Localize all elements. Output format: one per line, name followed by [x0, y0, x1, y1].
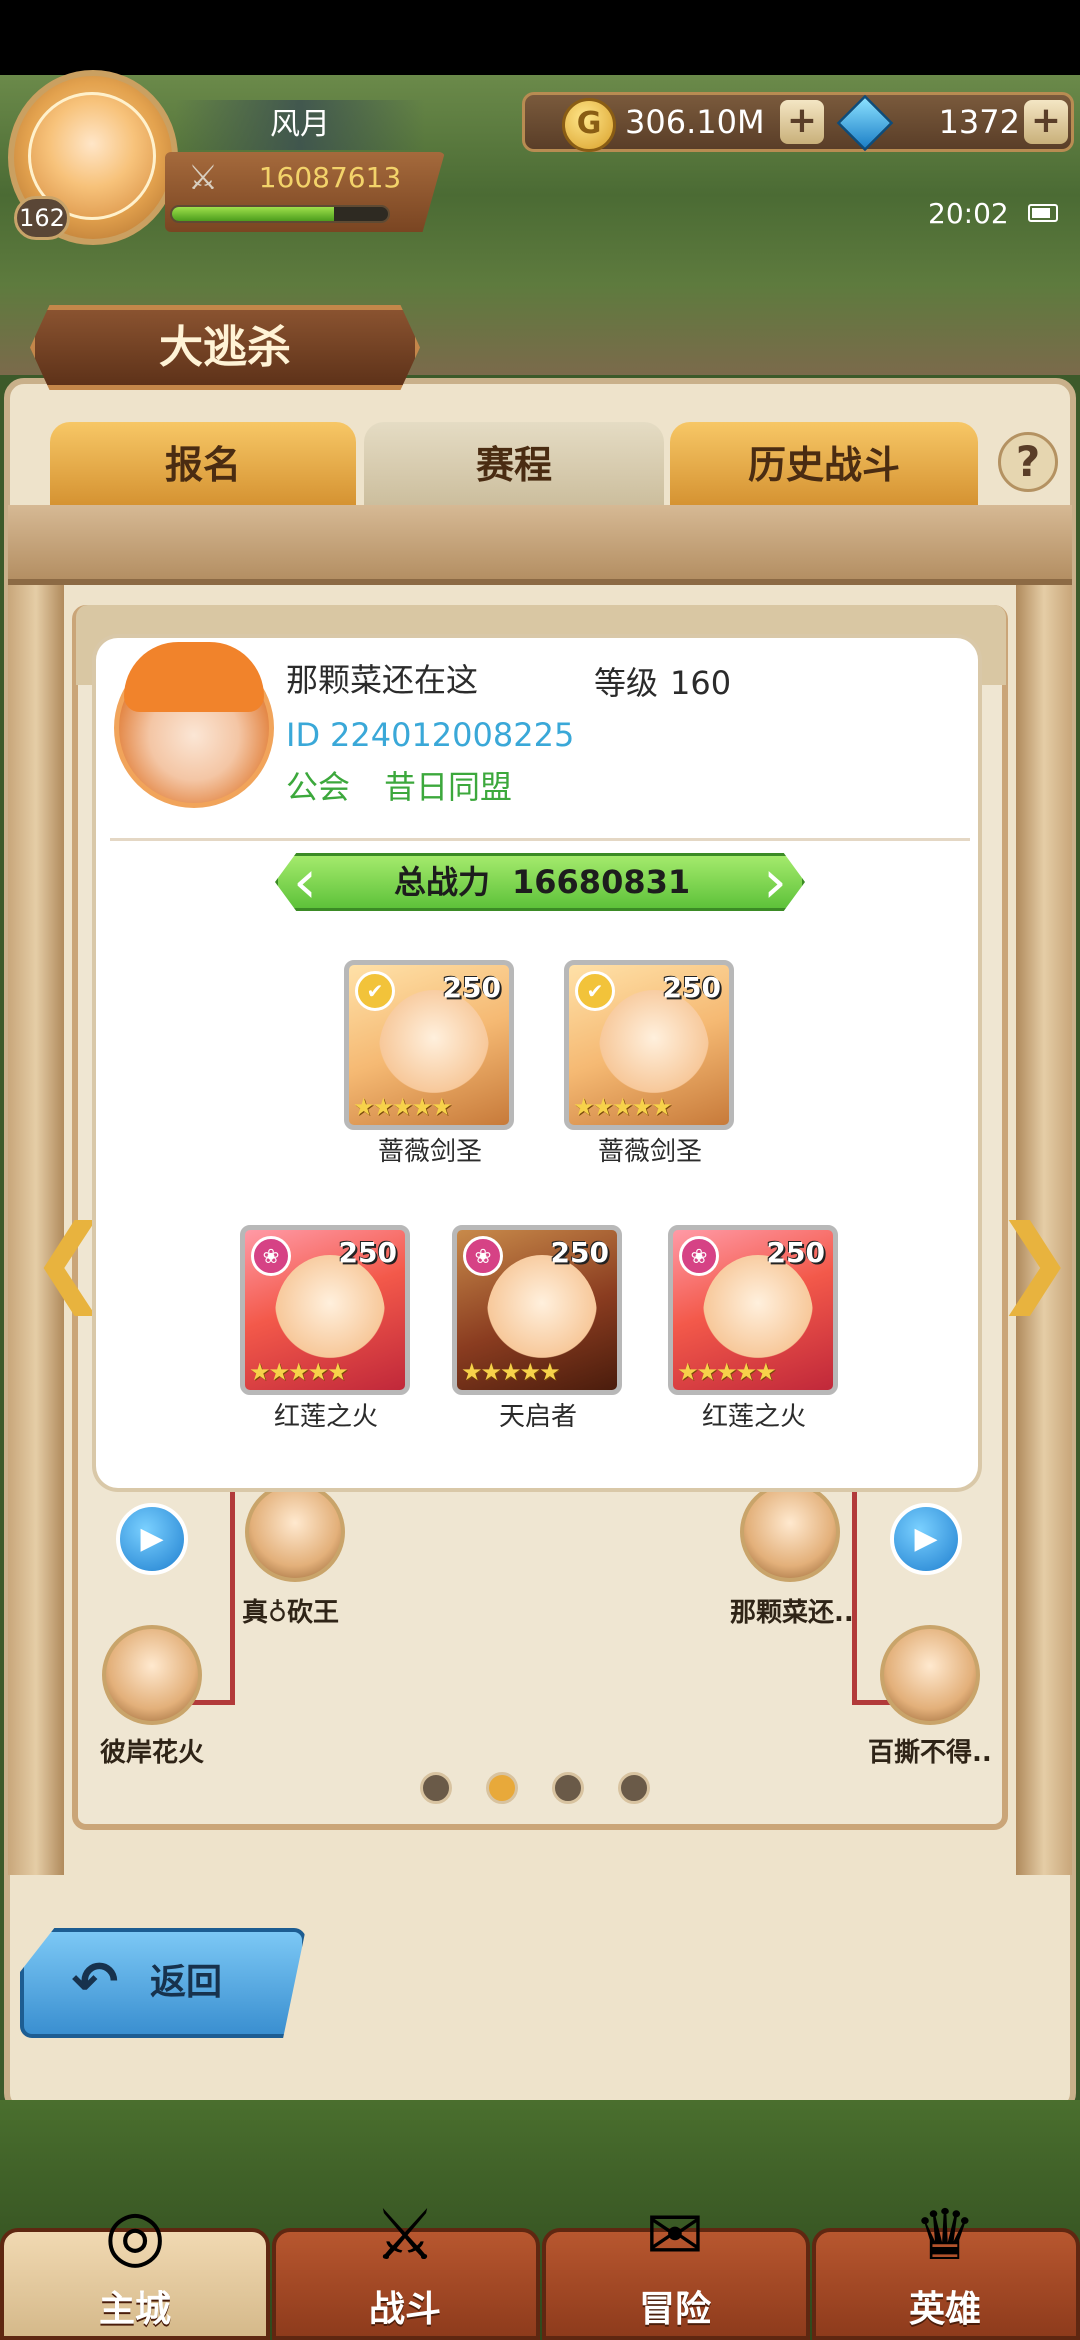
next-page-arrow-icon[interactable]: ❯ — [994, 1205, 1074, 1315]
hero-portrait — [599, 990, 709, 1110]
bracket-player-name: 百撕不得.. — [868, 1738, 992, 1768]
bracket-player-name: 真♁砍王 — [242, 1598, 340, 1628]
tab-signup[interactable]: 报名 — [50, 422, 356, 508]
player-power-value: 16087613 — [258, 161, 402, 194]
tab-schedule[interactable]: 赛程 — [364, 422, 664, 508]
profile-player-name: 那颗菜还在这 — [286, 661, 479, 699]
bracket-avatar[interactable] — [102, 1625, 202, 1725]
wooden-shelf — [8, 505, 1072, 585]
hero-name: 蔷薇剑圣 — [377, 1137, 482, 1167]
shiba-hat-frame — [124, 642, 264, 712]
clock-time: 20:02 — [928, 197, 1009, 230]
nav-label-main-city: 主城 — [98, 2289, 171, 2330]
profile-level-value: 160 — [670, 664, 732, 702]
battery-icon — [1028, 204, 1058, 222]
hero-stars: ★★★★★ — [461, 1358, 561, 1386]
hero-name: 蔷薇剑圣 — [597, 1137, 702, 1167]
back-button-label: 返回 — [150, 1962, 223, 2003]
hero-card[interactable]: ✔ 250 ★★★★★ — [564, 960, 734, 1130]
bracket-avatar[interactable] — [245, 1482, 345, 1582]
nav-label-battle: 战斗 — [368, 2289, 441, 2330]
profile-guild-value: 昔日同盟 — [384, 768, 513, 806]
chevron-right-icon: › — [763, 847, 787, 917]
replay-play-button[interactable]: ▶ — [116, 1503, 188, 1575]
crossed-swords-icon: ⚔ — [187, 158, 219, 198]
bracket-line — [230, 1640, 235, 1705]
add-gold-button[interactable]: + — [780, 100, 824, 144]
crossed-swords-icon: ⚔ — [373, 2194, 437, 2276]
hero-level: 250 — [442, 971, 501, 1004]
profile-id-value: 224012008225 — [330, 716, 575, 754]
exp-bar — [170, 205, 390, 223]
castle-emblem-icon: ◎ — [104, 2194, 166, 2276]
class-badge-icon: ❀ — [679, 1236, 719, 1276]
page-title: 大逃杀 — [159, 322, 291, 373]
scroll-map-icon: ✉ — [645, 2194, 705, 2276]
hero-name: 天启者 — [498, 1402, 577, 1432]
hero-stars: ★★★★★ — [249, 1358, 349, 1386]
hero-stars: ★★★★★ — [353, 1093, 453, 1121]
hero-card[interactable]: ✔ 250 ★★★★★ — [344, 960, 514, 1130]
hero-portrait — [379, 990, 489, 1110]
hero-card[interactable]: ❀ 250 ★★★★★ — [240, 1225, 410, 1395]
profile-divider — [110, 838, 970, 841]
bracket-line — [852, 1640, 857, 1705]
status-strip — [0, 0, 1080, 75]
hero-level: 250 — [550, 1236, 609, 1269]
replay-play-button[interactable]: ▶ — [890, 1503, 962, 1575]
hero-level: 250 — [338, 1236, 397, 1269]
page-dot[interactable] — [420, 1772, 452, 1804]
profile-id-label: ID — [286, 716, 321, 754]
bracket-line — [230, 1490, 235, 1640]
profile-guild-label: 公会 — [286, 768, 351, 806]
profile-level-label: 等级 — [594, 664, 659, 702]
hero-name: 红莲之火 — [701, 1402, 806, 1432]
class-badge-icon: ✔ — [355, 971, 395, 1011]
hero-stars: ★★★★★ — [573, 1093, 673, 1121]
gold-coin-icon: G — [562, 98, 616, 152]
bracket-avatar[interactable] — [880, 1625, 980, 1725]
exp-bar-fill — [172, 207, 334, 221]
class-badge-icon: ❀ — [251, 1236, 291, 1276]
page-dot[interactable] — [618, 1772, 650, 1804]
chevron-left-icon: ‹ — [293, 847, 317, 917]
class-badge-icon: ❀ — [463, 1236, 503, 1276]
page-dot[interactable] — [552, 1772, 584, 1804]
gem-amount: 1372 — [938, 103, 1020, 141]
bracket-player-name: 那颗菜还.. — [730, 1598, 854, 1628]
back-arrow-icon: ↶ — [71, 1950, 119, 2015]
hero-level: 250 — [662, 971, 721, 1004]
total-power-value: 16680831 — [512, 863, 691, 901]
bracket-avatar[interactable] — [740, 1482, 840, 1582]
prev-page-arrow-icon[interactable]: ❮ — [30, 1205, 110, 1315]
hero-card[interactable]: ❀ 250 ★★★★★ — [452, 1225, 622, 1395]
tab-history[interactable]: 历史战斗 — [670, 422, 978, 508]
hero-portrait — [275, 1255, 385, 1375]
bracket-player-name: 彼岸花火 — [100, 1738, 205, 1768]
add-gems-button[interactable]: + — [1024, 100, 1068, 144]
class-badge-icon: ✔ — [575, 971, 615, 1011]
player-name: 风月 — [175, 100, 425, 150]
hero-name: 红莲之火 — [273, 1402, 378, 1432]
total-power-label: 总战力 — [393, 863, 490, 901]
nav-label-adventure: 冒险 — [638, 2289, 711, 2330]
hero-stars: ★★★★★ — [677, 1358, 777, 1386]
hero-emblem-icon: ♛ — [913, 2194, 977, 2276]
hero-portrait — [703, 1255, 813, 1375]
hero-portrait — [487, 1255, 597, 1375]
hero-card[interactable]: ❀ 250 ★★★★★ — [668, 1225, 838, 1395]
gold-amount: 306.10M — [625, 103, 765, 141]
help-button[interactable]: ? — [998, 432, 1058, 492]
player-level-badge: 162 — [14, 196, 70, 240]
page-dot[interactable] — [486, 1772, 518, 1804]
hero-level: 250 — [766, 1236, 825, 1269]
nav-label-heroes: 英雄 — [908, 2289, 981, 2330]
